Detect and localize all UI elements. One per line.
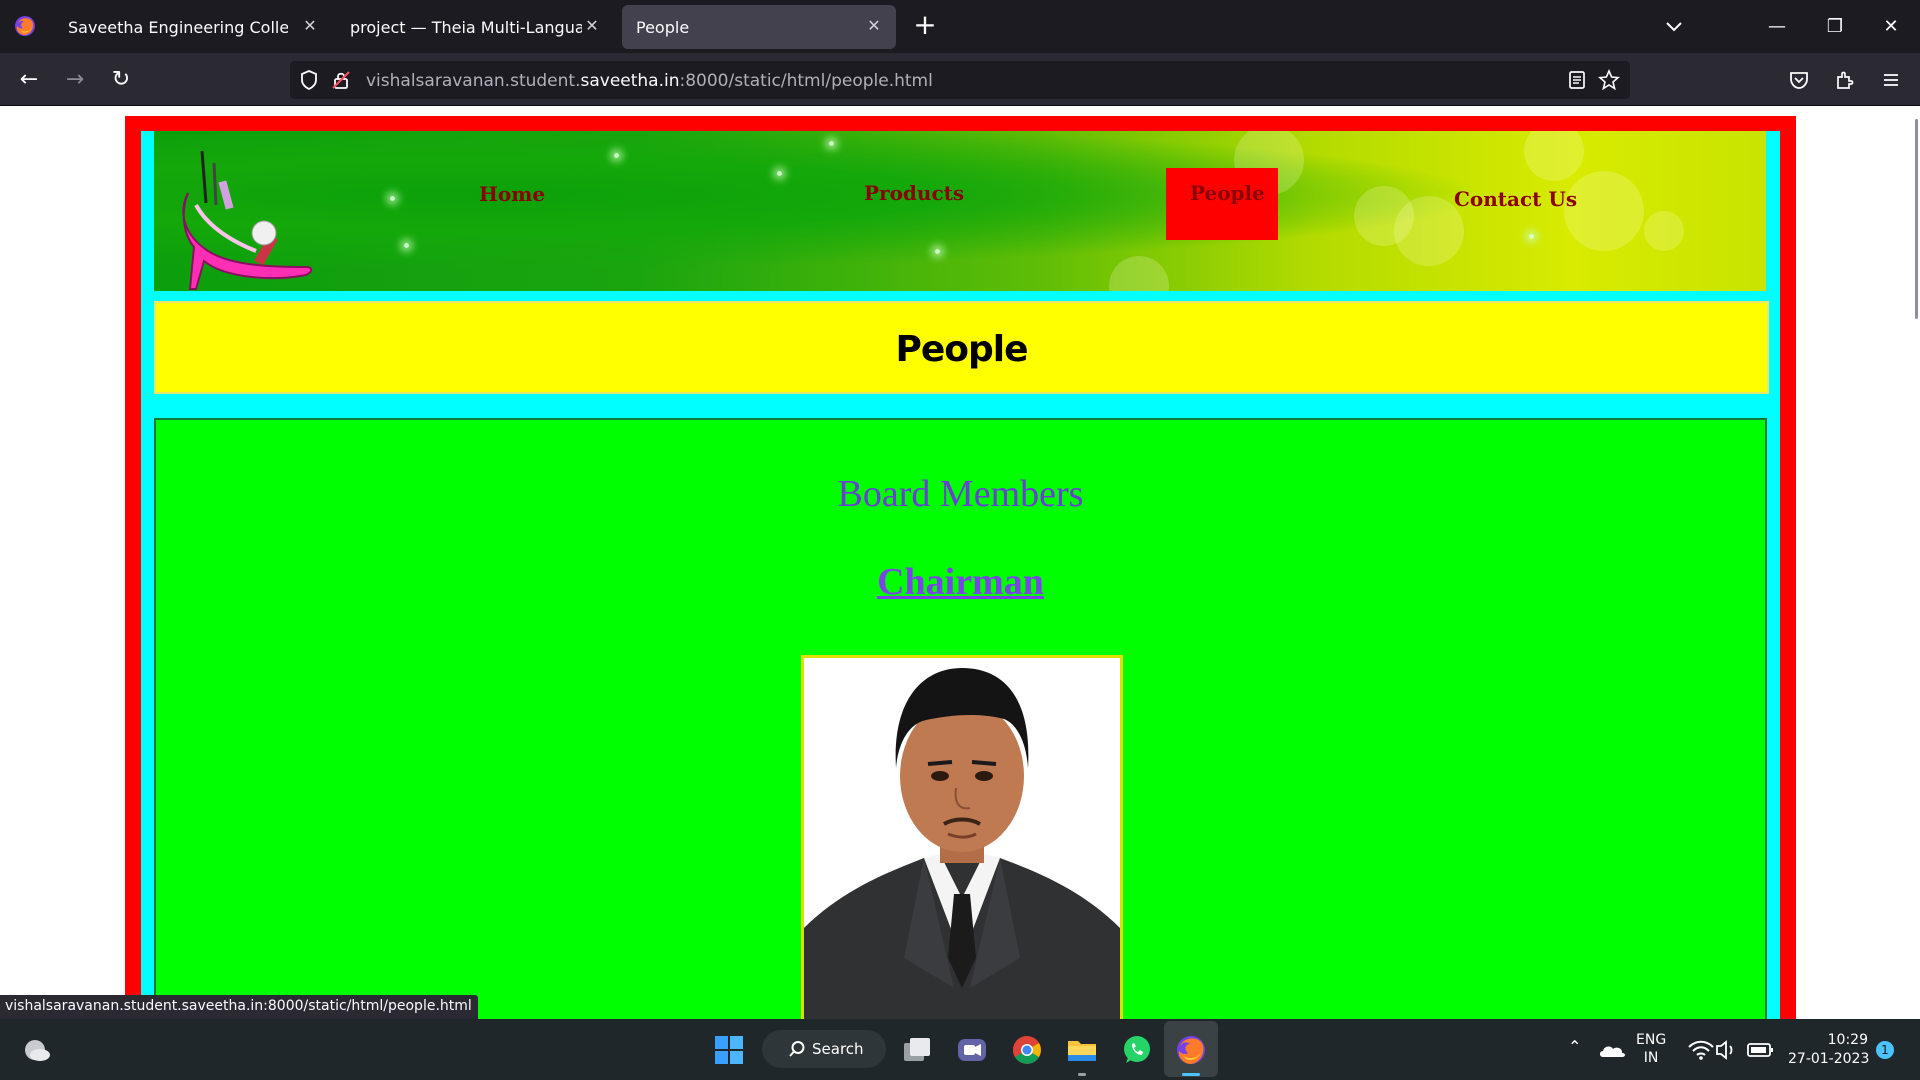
firefox-taskbar-icon[interactable] <box>1174 1033 1208 1067</box>
chairman-photo <box>801 655 1123 1019</box>
insecure-lock-icon[interactable] <box>330 69 352 91</box>
high-heel-logo-icon <box>182 150 313 290</box>
tab-people[interactable]: People ✕ <box>622 5 896 49</box>
taskbar-search[interactable]: Search <box>762 1030 886 1068</box>
restore-button[interactable]: ❐ <box>1820 12 1850 42</box>
nav-link-home[interactable]: Home <box>479 182 545 206</box>
active-indicator <box>1182 1073 1200 1076</box>
firefox-menu-icon[interactable] <box>14 15 36 37</box>
minimize-button[interactable]: — <box>1762 12 1792 42</box>
language-indicator[interactable]: ENG IN <box>1636 1031 1666 1067</box>
weather-icon[interactable] <box>20 1033 54 1067</box>
tab-title: project — Theia Multi-Language Ex <box>350 18 582 37</box>
page-scrollbar[interactable] <box>1915 119 1918 319</box>
chrome-icon[interactable] <box>1010 1033 1044 1067</box>
pocket-icon[interactable] <box>1788 69 1810 91</box>
back-button[interactable]: ← <box>14 65 44 95</box>
volume-icon[interactable] <box>1710 1033 1744 1067</box>
navigation-toolbar: ← → ↻ vishalsaravanan.student.saveetha.i… <box>0 53 1920 106</box>
header-banner: Home Products People Contact Us <box>154 131 1766 291</box>
nav-link-contact[interactable]: Contact Us <box>1454 187 1577 211</box>
battery-icon[interactable] <box>1744 1033 1778 1067</box>
chevron-down-icon[interactable] <box>1662 14 1686 38</box>
whatsapp-icon[interactable] <box>1120 1033 1154 1067</box>
nav-link-people[interactable]: People <box>1190 181 1265 205</box>
url-text[interactable]: vishalsaravanan.student.saveetha.in:8000… <box>366 71 933 91</box>
nav-link-products[interactable]: Products <box>864 181 964 205</box>
title-band: People <box>154 301 1769 394</box>
windows-start-icon[interactable] <box>712 1033 746 1067</box>
tab-title: Saveetha Engineering College <box>68 18 288 37</box>
content-section: Board Members Chairman <box>154 418 1767 1019</box>
close-window-button[interactable]: ✕ <box>1876 12 1906 42</box>
shield-icon[interactable] <box>298 69 320 91</box>
tab-saveetha[interactable]: Saveetha Engineering College ✕ <box>54 5 332 49</box>
bookmark-star-icon[interactable] <box>1598 69 1620 91</box>
forward-button[interactable]: → <box>60 65 90 95</box>
hamburger-menu-icon[interactable] <box>1880 69 1902 91</box>
address-bar[interactable]: vishalsaravanan.student.saveetha.in:8000… <box>290 61 1630 99</box>
tab-theia[interactable]: project — Theia Multi-Language Ex ✕ <box>336 5 614 49</box>
clock[interactable]: 10:29 27-01-2023 <box>1788 1031 1869 1069</box>
running-indicator <box>1078 1073 1086 1076</box>
reload-button[interactable]: ↻ <box>106 65 136 95</box>
reader-view-icon[interactable] <box>1566 69 1588 91</box>
section-heading: Board Members <box>837 473 1084 515</box>
close-icon[interactable]: ✕ <box>862 14 886 38</box>
close-icon[interactable]: ✕ <box>298 14 322 38</box>
chairman-heading[interactable]: Chairman <box>156 560 1765 604</box>
teams-chat-icon[interactable] <box>955 1033 989 1067</box>
search-icon <box>789 1041 805 1057</box>
file-explorer-icon[interactable] <box>1065 1033 1099 1067</box>
task-view-icon[interactable] <box>900 1033 934 1067</box>
onedrive-icon[interactable] <box>1596 1033 1630 1067</box>
chevron-up-icon[interactable]: ⌃ <box>1568 1037 1581 1056</box>
tab-bar: Saveetha Engineering College ✕ project —… <box>0 0 1920 53</box>
search-label: Search <box>812 1040 864 1058</box>
new-tab-button[interactable]: + <box>912 11 938 41</box>
windows-taskbar: Search ⌃ ENG IN 10:29 27-01-2023 1 <box>0 1019 1920 1080</box>
page-title: People <box>895 329 1028 370</box>
extensions-icon[interactable] <box>1834 69 1856 91</box>
page-viewport: Home Products People Contact Us People B… <box>0 107 1920 1019</box>
link-status-tooltip: vishalsaravanan.student.saveetha.in:8000… <box>0 995 478 1019</box>
close-icon[interactable]: ✕ <box>580 14 604 38</box>
notification-badge[interactable]: 1 <box>1876 1041 1894 1059</box>
tab-title: People <box>636 18 690 37</box>
